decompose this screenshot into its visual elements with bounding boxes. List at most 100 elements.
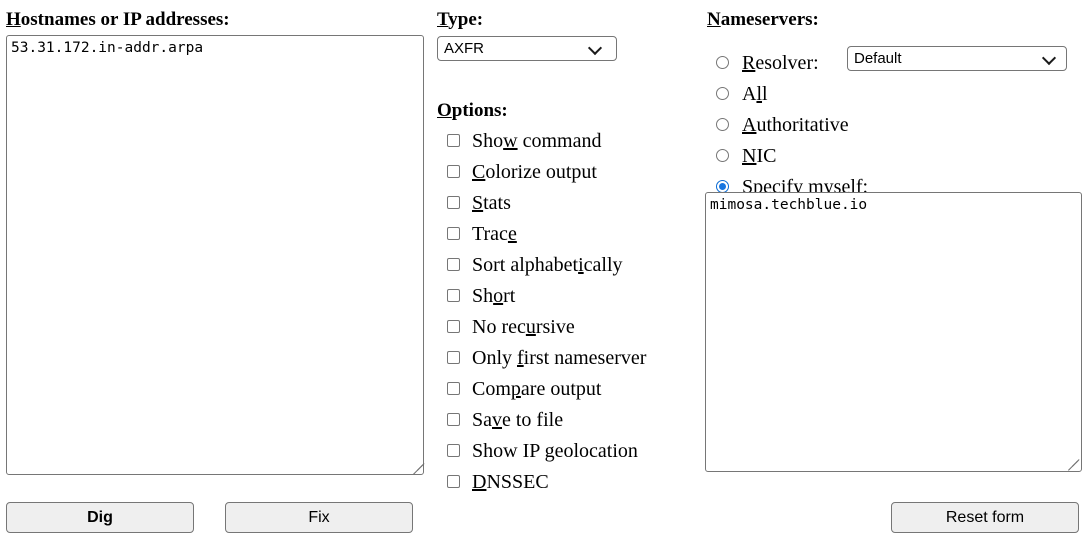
hostnames-input[interactable]: 53.31.172.in-addr.arpa <box>6 35 424 475</box>
type-label: Type: <box>437 10 483 30</box>
nameservers-input[interactable]: mimosa.techblue.io <box>705 192 1082 472</box>
option-label-pre: Show IP geolocation <box>472 440 638 462</box>
resolver-select[interactable]: Default <box>847 46 1067 71</box>
option-label-accesskey: p <box>510 378 521 400</box>
option-label-accesskey: w <box>503 130 518 152</box>
nameserver-label-accesskey: R <box>742 52 756 74</box>
option-checkbox[interactable] <box>447 320 460 333</box>
option-label-accesskey: v <box>492 409 502 431</box>
option-label-accesskey: o <box>493 285 504 307</box>
nameservers-radio-list: Resolver: All Authoritative NIC Specify myse… <box>716 50 868 205</box>
option-label-pre: Sho <box>472 130 504 152</box>
option-checkbox[interactable] <box>447 475 460 488</box>
nameserver-radio-row[interactable]: Authoritative <box>716 112 868 143</box>
option-label-post: irst nameserver <box>523 347 647 369</box>
option-label: Colorize output <box>472 159 597 186</box>
option-checkbox[interactable] <box>447 165 460 178</box>
reset-form-button[interactable]: Reset form <box>891 502 1079 533</box>
option-label-post: NSSEC <box>486 471 549 493</box>
option-label-pre: Only <box>472 347 517 369</box>
option-row[interactable]: Trace <box>447 221 646 252</box>
option-label-post: are output <box>520 378 602 400</box>
nameserver-radio-row[interactable]: Resolver: <box>716 50 868 81</box>
nameserver-radio[interactable] <box>716 118 729 131</box>
options-checkbox-list: Show command Colorize output Stats Trace Sor… <box>447 128 646 500</box>
option-label-accesskey: C <box>472 161 486 183</box>
option-label-pre: Trac <box>472 223 508 245</box>
option-label-pre: Sa <box>472 409 492 431</box>
option-row[interactable]: No recursive <box>447 314 646 345</box>
nameservers-label-text: ameservers: <box>720 9 819 30</box>
fix-button[interactable]: Fix <box>225 502 413 533</box>
option-label-post: rt <box>503 285 516 307</box>
nameserver-label-pre: A <box>742 83 757 105</box>
option-row[interactable]: Short <box>447 283 646 314</box>
option-row[interactable]: Show IP geolocation <box>447 438 646 469</box>
nameserver-label-post: l <box>762 83 768 105</box>
option-checkbox[interactable] <box>447 382 460 395</box>
option-label-post: command <box>517 130 602 152</box>
option-row[interactable]: Sort alphabetically <box>447 252 646 283</box>
option-label-post: e to file <box>502 409 564 431</box>
option-label: Show command <box>472 128 601 155</box>
options-label-text: ptions: <box>451 100 508 121</box>
option-label-accesskey: u <box>525 316 536 338</box>
option-checkbox[interactable] <box>447 227 460 240</box>
option-row[interactable]: DNSSEC <box>447 469 646 500</box>
nameserver-label-post: uthoritative <box>756 114 849 136</box>
nameserver-radio[interactable] <box>716 87 729 100</box>
nameserver-radio[interactable] <box>716 149 729 162</box>
option-checkbox[interactable] <box>447 351 460 364</box>
option-checkbox[interactable] <box>447 289 460 302</box>
option-label: Short <box>472 283 515 310</box>
option-row[interactable]: Only first nameserver <box>447 345 646 376</box>
option-checkbox[interactable] <box>447 196 460 209</box>
nameserver-radio-label: NIC <box>742 143 776 170</box>
option-checkbox[interactable] <box>447 134 460 147</box>
option-label: Only first nameserver <box>472 345 646 372</box>
nameserver-label-post: esolver: <box>755 52 819 74</box>
option-row[interactable]: Compare output <box>447 376 646 407</box>
nameserver-radio-label: Authoritative <box>742 112 849 139</box>
option-label-pre: No rec <box>472 316 526 338</box>
nameserver-label-accesskey: A <box>742 114 757 136</box>
option-label-post: olorize output <box>485 161 597 183</box>
option-label: No recursive <box>472 314 575 341</box>
nameserver-radio[interactable] <box>716 56 729 69</box>
hostnames-label-text: ostnames or IP addresses: <box>20 9 230 30</box>
option-label-pre: Sort alphabet <box>472 254 579 276</box>
option-label: Show IP geolocation <box>472 438 638 465</box>
option-row[interactable]: Save to file <box>447 407 646 438</box>
nameservers-label: Nameservers: <box>707 10 819 30</box>
option-checkbox[interactable] <box>447 258 460 271</box>
options-label: Options: <box>437 101 508 121</box>
option-label: Stats <box>472 190 511 217</box>
hostnames-label-accesskey: H <box>6 9 21 30</box>
nameserver-radio-row[interactable]: All <box>716 81 868 112</box>
option-checkbox[interactable] <box>447 413 460 426</box>
option-label: DNSSEC <box>472 469 549 496</box>
dig-button[interactable]: Dig <box>6 502 194 533</box>
nameserver-radio-row[interactable]: NIC <box>716 143 868 174</box>
nameserver-radio-label: Resolver: <box>742 50 819 77</box>
option-row[interactable]: Show command <box>447 128 646 159</box>
options-label-accesskey: O <box>437 100 452 121</box>
option-label-accesskey: S <box>472 192 484 214</box>
type-label-accesskey: T <box>437 9 449 30</box>
option-label: Compare output <box>472 376 601 403</box>
nameserver-label-post: IC <box>756 145 777 167</box>
option-row[interactable]: Stats <box>447 190 646 221</box>
nameserver-radio-label: All <box>742 81 768 108</box>
option-label-accesskey: D <box>472 471 487 493</box>
option-label-post: tats <box>483 192 511 214</box>
option-checkbox[interactable] <box>447 444 460 457</box>
type-select[interactable]: AXFR <box>437 36 617 61</box>
option-label-pre: Com <box>472 378 511 400</box>
type-label-text: ype: <box>448 9 484 30</box>
option-label-accesskey: f <box>517 347 524 369</box>
option-label-post: rsive <box>535 316 575 338</box>
option-row[interactable]: Colorize output <box>447 159 646 190</box>
option-label-pre: Sh <box>472 285 494 307</box>
option-label-post: cally <box>583 254 623 276</box>
option-label: Sort alphabetically <box>472 252 623 279</box>
